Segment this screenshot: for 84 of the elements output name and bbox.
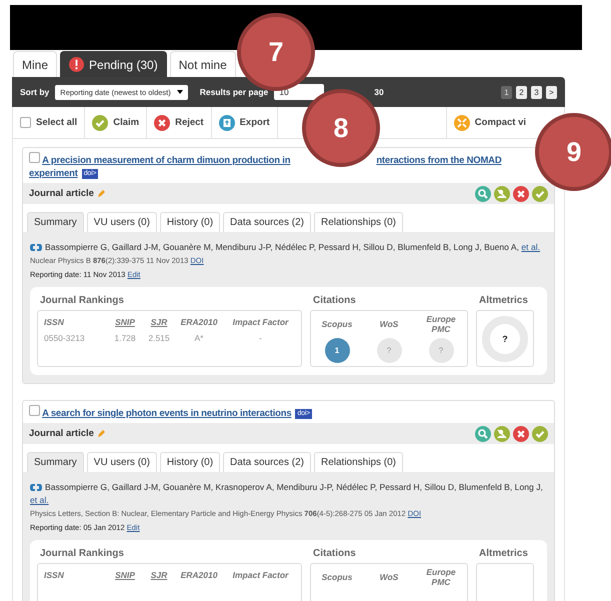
checkbox[interactable] <box>29 405 40 416</box>
column-header[interactable]: SNIP <box>108 570 142 580</box>
record-title-link[interactable]: A precision measurement of charm dimuon production in <box>42 155 290 166</box>
column-header: ERA2010 <box>180 570 218 580</box>
record-tab[interactable]: VU users (0) <box>86 452 157 472</box>
citation-source-label: Scopus <box>322 318 352 331</box>
check-icon[interactable] <box>532 426 548 442</box>
tab[interactable]: Not mine <box>170 51 236 77</box>
citation-source-label: Europe PMC <box>425 566 457 588</box>
close-icon[interactable] <box>513 426 529 442</box>
close-icon[interactable] <box>513 186 529 202</box>
record-type: Journal article <box>29 428 94 439</box>
column-header[interactable]: SNIP <box>108 317 142 327</box>
export-icon[interactable] <box>218 114 235 130</box>
table-cell-text: 0550-3213 <box>44 333 86 343</box>
et-al-link[interactable]: et al. <box>30 495 49 505</box>
citation-source-label: WoS <box>380 571 398 584</box>
tab[interactable]: Pending (30) <box>60 51 167 77</box>
select-all-label[interactable]: Select all <box>36 117 78 128</box>
results-count: 30 <box>374 87 384 97</box>
citation-source-label: Europe PMC <box>425 313 457 335</box>
column-header[interactable]: SJR <box>142 317 176 327</box>
table-cell-text: 1.728 <box>113 333 137 343</box>
pencil-icon[interactable] <box>96 429 106 438</box>
column-header: ISSN <box>44 570 65 580</box>
record-title-link[interactable]: experiment <box>29 168 78 179</box>
page-button[interactable]: 1 <box>501 86 512 98</box>
action-button[interactable]: Claim <box>85 107 148 138</box>
authors-text: Bassompierre G, Gaillard J-M, Gouanère M, Mendiburu J-P, Nédélec P, Pessard H, Sillou D, Blumenfeld B, Long J, Bueno A, et al. <box>30 241 547 254</box>
checkbox[interactable] <box>29 152 40 163</box>
section-heading: Altmetrics <box>479 548 529 559</box>
sort-label: Sort by <box>20 87 50 97</box>
source-logo-icon <box>30 243 42 252</box>
record-tab[interactable]: Relationships (0) <box>314 452 404 472</box>
compress-icon[interactable] <box>454 114 470 130</box>
record-title-link[interactable]: nteractions from the NOMAD <box>376 155 502 166</box>
search-icon[interactable] <box>475 186 491 202</box>
record-tab[interactable]: VU users (0) <box>86 212 157 232</box>
pencil-icon[interactable] <box>96 189 106 198</box>
column-header: ERA2010 <box>180 317 218 327</box>
altmetric-donut[interactable]: ? <box>482 316 528 362</box>
search-icon[interactable] <box>475 426 491 442</box>
column-header: Impact Factor <box>232 570 290 580</box>
checkbox[interactable] <box>20 117 31 128</box>
column-header: Impact Factor <box>232 317 290 327</box>
page-button[interactable]: 2 <box>516 86 527 98</box>
table-cell-text: - <box>258 333 263 343</box>
record-title-link[interactable]: A search for single photon events in neutrino interactions <box>42 408 292 419</box>
page-button[interactable]: 3 <box>531 86 542 98</box>
table-cell-text: A* <box>194 333 204 343</box>
section-heading: Altmetrics <box>479 295 529 306</box>
column-header: ISSN <box>44 317 65 327</box>
et-al-link[interactable]: et al. <box>521 242 540 252</box>
section-heading: Journal Rankings <box>40 295 125 306</box>
check-icon[interactable] <box>532 186 548 202</box>
compact-view-button[interactable]: Compact vi <box>446 107 528 138</box>
citation-source-label: Scopus <box>322 571 352 584</box>
record-tab[interactable]: Summary <box>27 212 84 232</box>
record-tab[interactable]: History (0) <box>160 452 220 472</box>
citation-count[interactable]: 1 <box>324 338 350 363</box>
person-crossed-icon[interactable] <box>494 186 510 202</box>
section-heading: Citations <box>313 295 357 306</box>
record-tab[interactable]: History (0) <box>160 212 220 232</box>
close-icon[interactable] <box>154 114 170 130</box>
record-type: Journal article <box>29 188 94 199</box>
citation-source-label: WoS <box>380 318 398 331</box>
record-tab[interactable]: Summary <box>27 452 84 472</box>
source-logo-icon <box>30 483 42 492</box>
record-tab[interactable]: Relationships (0) <box>314 212 404 232</box>
page-button[interactable]: > <box>546 86 557 98</box>
action-button[interactable]: Export <box>212 107 278 138</box>
section-heading: Journal Rankings <box>40 548 125 559</box>
record-tab[interactable]: Data sources (2) <box>223 452 311 472</box>
record-tab[interactable]: Data sources (2) <box>223 212 311 232</box>
callout-number: 9 <box>535 113 611 191</box>
section-heading: Citations <box>313 548 357 559</box>
check-icon[interactable] <box>92 114 108 130</box>
tab[interactable]: Mine <box>13 51 58 77</box>
dropdown-caret-icon <box>176 90 183 94</box>
column-header[interactable]: SJR <box>142 570 176 580</box>
authors-text: Bassompierre G, Gaillard J-M, Gouanère M, Krasnoperov A, Mendiburu J-P, Nédélec P, Pessard H, Sillou D, Blumenfeld B, Long J, et al. <box>30 481 544 507</box>
action-button[interactable]: Reject <box>147 107 212 138</box>
person-crossed-icon[interactable] <box>494 426 510 442</box>
table-cell-text: 2.515 <box>147 333 171 343</box>
